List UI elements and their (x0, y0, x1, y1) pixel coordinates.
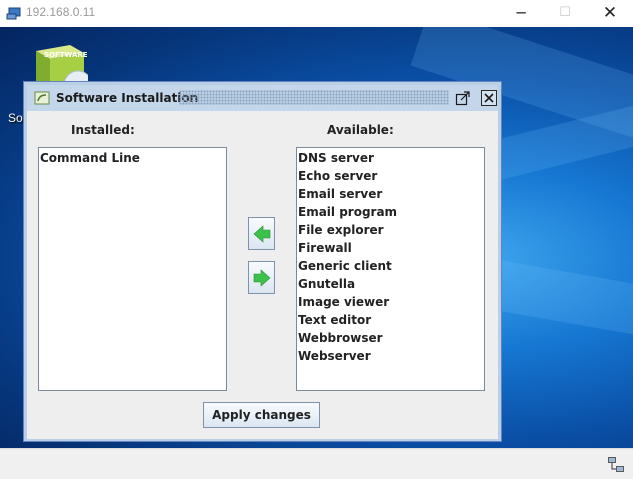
move-to-installed-button[interactable] (248, 217, 275, 250)
list-item[interactable]: Firewall (297, 239, 484, 257)
installed-list[interactable]: Command Line (38, 147, 227, 391)
installed-label: Installed: (71, 123, 135, 137)
dialog-content: Installed: Available: Command Line DNS s… (27, 111, 498, 439)
list-item[interactable]: Email program (297, 203, 484, 221)
list-item[interactable]: Command Line (39, 149, 226, 167)
network-icon[interactable] (607, 456, 625, 474)
titlebar-grip (179, 90, 449, 105)
list-item[interactable]: Gnutella (297, 275, 484, 293)
list-item[interactable]: Generic client (297, 257, 484, 275)
window-title: 192.168.0.11 (26, 5, 96, 19)
list-item[interactable]: Image viewer (297, 293, 484, 311)
green-arrow-left-icon (253, 225, 271, 243)
available-list[interactable]: DNS server Echo server Email server Email p… (296, 147, 485, 391)
list-item[interactable]: Text editor (297, 311, 484, 329)
dialog-close-button[interactable] (481, 90, 497, 106)
green-arrow-right-icon (253, 269, 271, 287)
svg-text:SOFTWARE: SOFTWARE (44, 51, 88, 59)
software-installation-dialog: Software Installation Installed: Availab… (23, 81, 502, 442)
status-bar (0, 448, 633, 479)
move-to-available-button[interactable] (248, 261, 275, 294)
window-maximize-button[interactable]: ☐ (542, 0, 588, 27)
window-close-button[interactable]: ✕ (587, 0, 633, 27)
window-minimize-button[interactable]: ─ (498, 0, 544, 27)
dialog-title: Software Installation (56, 91, 199, 105)
java-frame-icon (34, 91, 50, 105)
dialog-maximize-button[interactable] (455, 90, 471, 106)
list-item[interactable]: Webserver (297, 347, 484, 365)
dialog-titlebar[interactable]: Software Installation (27, 85, 498, 111)
list-item[interactable]: DNS server (297, 149, 484, 167)
list-item[interactable]: File explorer (297, 221, 484, 239)
list-item[interactable]: Echo server (297, 167, 484, 185)
list-item[interactable]: Webbrowser (297, 329, 484, 347)
list-item[interactable]: Email server (297, 185, 484, 203)
available-label: Available: (327, 123, 394, 137)
window-titlebar: 192.168.0.11 ─ ☐ ✕ (0, 0, 633, 27)
remote-desktop-icon (6, 7, 21, 20)
apply-changes-button[interactable]: Apply changes (203, 402, 320, 428)
